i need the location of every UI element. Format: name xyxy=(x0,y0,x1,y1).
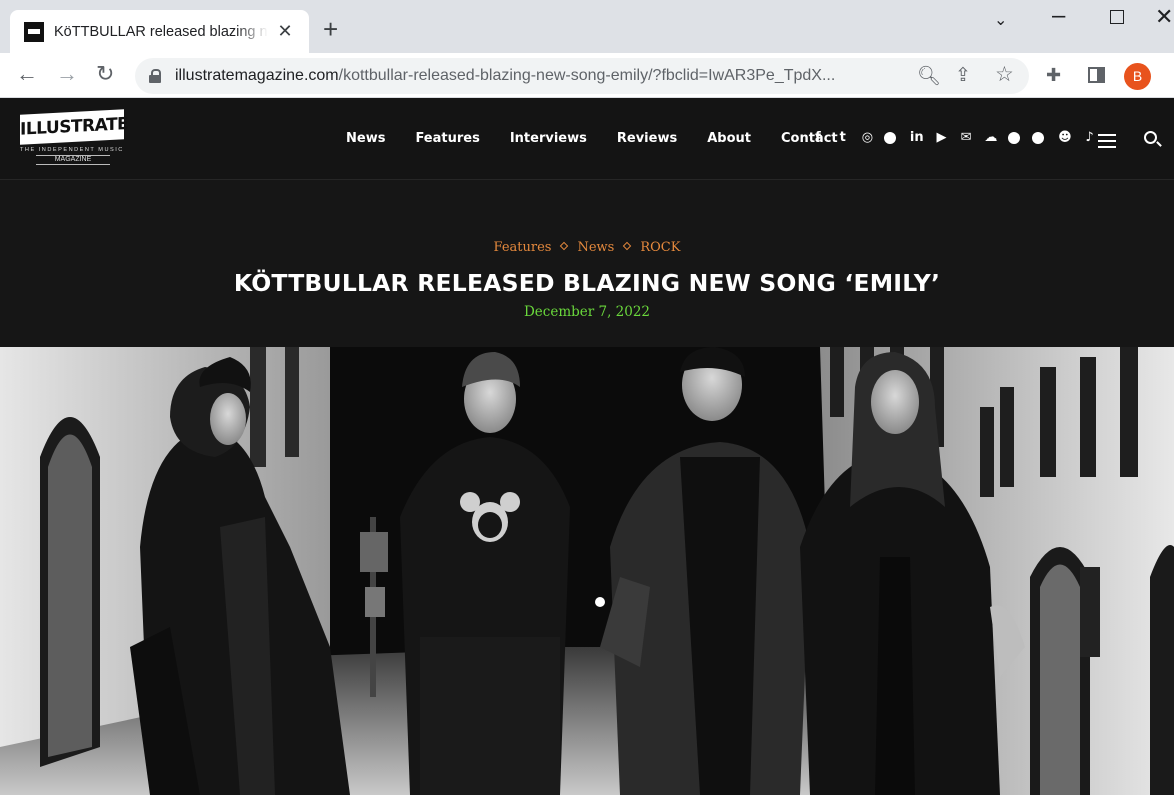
facebook-icon[interactable]: f xyxy=(810,131,826,145)
new-tab-button[interactable]: + xyxy=(323,16,338,42)
category-link[interactable]: News xyxy=(577,240,614,255)
menu-hamburger-icon[interactable] xyxy=(1098,134,1116,152)
social-links: f t ◎ in ▶ ✉ ☁ ☻ ♪ xyxy=(810,131,1106,145)
side-panel-icon[interactable] xyxy=(1088,67,1105,83)
nav-interviews[interactable]: Interviews xyxy=(510,131,587,146)
band-photo-image xyxy=(0,347,1174,795)
category-separator-icon xyxy=(560,241,569,251)
category-link[interactable]: Features xyxy=(494,240,552,255)
article-categories: Features News ROCK xyxy=(0,240,1174,255)
browser-toolbar: ← → ↻ illustratemagazine.com/kottbullar-… xyxy=(0,53,1174,98)
main-nav: News Features Interviews Reviews About C… xyxy=(346,131,868,146)
tab-title: KöTTBULLAR released blazing new song 'Em… xyxy=(54,23,268,40)
logo-wordmark: ILLUSTRATE xyxy=(20,109,128,145)
email-icon[interactable]: ✉ xyxy=(958,131,974,145)
forward-arrow-icon[interactable]: → xyxy=(56,62,78,86)
whatsapp-icon[interactable] xyxy=(1032,132,1045,144)
minimize-window-button[interactable]: – xyxy=(1052,2,1065,30)
url-text[interactable]: illustratemagazine.com/kottbullar-releas… xyxy=(175,67,879,85)
search-icon[interactable] xyxy=(1144,131,1157,144)
site-header: ILLUSTRATE THE INDEPENDENT MUSIC MAGAZIN… xyxy=(0,98,1174,180)
logo-subtitle: THE INDEPENDENT MUSIC xyxy=(20,147,124,153)
logo-magazine: MAGAZINE xyxy=(36,155,110,165)
tab-search-chevron-icon[interactable]: ⌄ xyxy=(994,10,1007,30)
article-date: December 7, 2022 xyxy=(523,304,651,320)
close-tab-icon[interactable]: ✕ xyxy=(276,21,294,42)
browser-tabstrip: KöTTBULLAR released blazing new song 'Em… xyxy=(0,0,1174,53)
address-bar[interactable]: illustratemagazine.com/kottbullar-releas… xyxy=(135,58,1029,94)
site-logo[interactable]: ILLUSTRATE THE INDEPENDENT MUSIC MAGAZIN… xyxy=(20,109,130,168)
youtube-icon[interactable]: ▶ xyxy=(933,131,949,145)
back-arrow-icon[interactable]: ← xyxy=(16,62,38,86)
maximize-window-button[interactable] xyxy=(1110,10,1124,24)
browser-tab[interactable]: KöTTBULLAR released blazing new song 'Em… xyxy=(10,10,309,53)
profile-avatar[interactable]: B xyxy=(1124,63,1151,90)
lock-icon[interactable] xyxy=(149,69,161,83)
soundcloud-icon[interactable]: ☁ xyxy=(983,131,999,145)
spotify-icon[interactable] xyxy=(1007,132,1020,144)
nav-about[interactable]: About xyxy=(707,131,751,146)
site-favicon-icon xyxy=(24,21,44,42)
category-separator-icon xyxy=(623,241,632,251)
nav-reviews[interactable]: Reviews xyxy=(617,131,677,146)
url-path: /kottbullar-released-blazing-new-song-em… xyxy=(338,67,836,84)
hero-band-photo xyxy=(0,347,1174,795)
linkedin-icon[interactable]: in xyxy=(909,131,925,145)
extensions-puzzle-icon[interactable]: ✚ xyxy=(1046,65,1061,86)
article-header: Features News ROCK KÖTTBULLAR RELEASED BLA… xyxy=(0,181,1174,347)
zoom-icon[interactable]: 🔍︎ xyxy=(917,64,941,88)
reload-icon[interactable]: ↻ xyxy=(96,62,114,86)
twitter-icon[interactable]: t xyxy=(835,131,851,145)
bookmark-star-icon[interactable]: ☆ xyxy=(995,62,1014,87)
instagram-icon[interactable]: ◎ xyxy=(859,131,875,145)
nav-features[interactable]: Features xyxy=(415,131,479,146)
close-window-button[interactable]: ✕ xyxy=(1155,4,1173,30)
share-icon[interactable]: ⇪ xyxy=(955,64,971,87)
url-host: illustratemagazine.com xyxy=(175,67,339,84)
category-link[interactable]: ROCK xyxy=(640,240,680,255)
article-title: KÖTTBULLAR RELEASED BLAZING NEW SONG ‘EM… xyxy=(233,269,941,297)
nav-news[interactable]: News xyxy=(346,131,385,146)
tiktok-icon[interactable]: ♪ xyxy=(1082,131,1098,145)
pinterest-icon[interactable] xyxy=(884,132,897,144)
reddit-icon[interactable]: ☻ xyxy=(1057,131,1073,145)
